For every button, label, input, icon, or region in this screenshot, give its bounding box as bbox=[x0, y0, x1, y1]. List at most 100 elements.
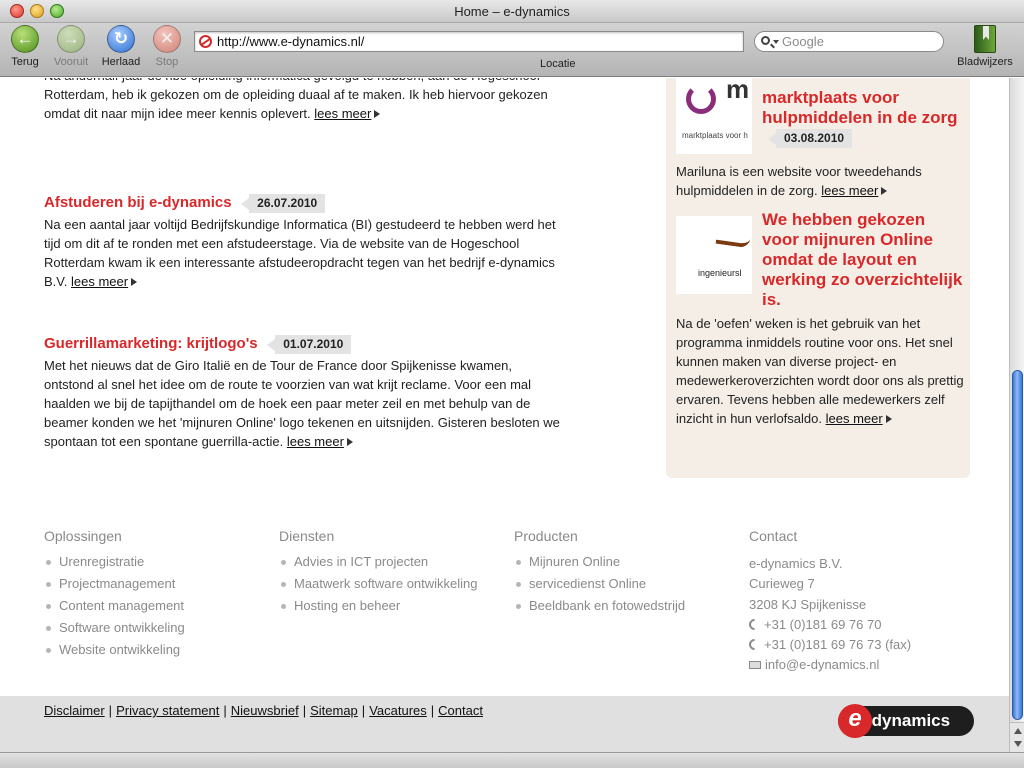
read-more-link[interactable]: lees meer bbox=[71, 274, 128, 289]
news-article: Afstuderen bij e-dynamics 26.07.2010 Na … bbox=[44, 193, 564, 291]
footer-link[interactable]: Mijnuren Online bbox=[514, 551, 734, 573]
search-icon bbox=[761, 36, 770, 45]
back-button-label: Terug bbox=[11, 56, 39, 68]
search-engine-dropdown-icon[interactable] bbox=[773, 40, 779, 44]
reference-title-link[interactable]: marktplaats voor hulpmiddelen in de zorg bbox=[762, 88, 958, 127]
newsletter-link[interactable]: Nieuwsbrief bbox=[231, 703, 299, 718]
contact-link[interactable]: Contact bbox=[438, 703, 483, 718]
vertical-scrollbar[interactable] bbox=[1009, 78, 1024, 752]
footer-link[interactable]: Website ontwikkeling bbox=[44, 639, 264, 661]
contact-city: 3208 KJ Spijkenisse bbox=[749, 596, 867, 612]
bookmarks-book-icon bbox=[974, 25, 996, 53]
footer-link[interactable]: Maatwerk software ontwikkeling bbox=[279, 573, 499, 595]
contact-email-address[interactable]: info@e-dynamics.nl bbox=[765, 657, 879, 672]
bookmarks-label: Bladwijzers bbox=[957, 56, 1013, 68]
address-bar-label: Locatie bbox=[540, 58, 576, 70]
footer-link[interactable]: Urenregistratie bbox=[44, 551, 264, 573]
footer-column-heading: Oplossingen bbox=[44, 528, 122, 544]
logo-swirl-icon bbox=[686, 84, 716, 114]
scrollbar-thumb[interactable] bbox=[1012, 370, 1023, 720]
footer-link[interactable]: Projectmanagement bbox=[44, 573, 264, 595]
reference-item: m marktplaats voor h marktplaats voor hu… bbox=[676, 78, 966, 200]
site-favicon-icon bbox=[199, 35, 212, 48]
e-dynamics-logo[interactable]: e -dynamics bbox=[838, 704, 974, 738]
arrow-right-icon bbox=[346, 438, 353, 446]
privacy-statement-link[interactable]: Privacy statement bbox=[116, 703, 219, 718]
footer-column-heading: Contact bbox=[749, 528, 798, 544]
footer-column-heading: Diensten bbox=[279, 528, 335, 544]
search-placeholder: Google bbox=[782, 34, 824, 49]
reload-button-label: Herlaad bbox=[101, 56, 141, 68]
back-arrow-icon: ← bbox=[11, 25, 39, 53]
footer-legal-links: Disclaimer | Privacy statement | Nieuwsbrief… bbox=[44, 703, 483, 718]
reference-body: Na de 'oefen' weken is het gebruik van h… bbox=[676, 316, 964, 426]
article-title-link[interactable]: Afstuderen bij e-dynamics bbox=[44, 194, 232, 211]
logo-wordmark: -dynamics bbox=[866, 711, 951, 730]
window-titlebar: Home – e-dynamics bbox=[0, 0, 1024, 23]
footer-navigation: Oplossingen Urenregistratie Projectmanag… bbox=[0, 508, 1009, 708]
read-more-link[interactable]: lees meer bbox=[287, 434, 344, 449]
forward-button-label: Vooruit bbox=[53, 56, 89, 68]
back-button[interactable]: ← Terug bbox=[1, 25, 49, 68]
arrow-right-icon bbox=[885, 415, 892, 423]
search-field[interactable]: Google bbox=[754, 31, 944, 52]
sitemap-link[interactable]: Sitemap bbox=[310, 703, 358, 718]
arrow-right-icon bbox=[131, 278, 138, 286]
page-viewport: Na anderhalf jaar de hbo opleiding infor… bbox=[0, 78, 1009, 752]
contact-fax: +31 (0)181 69 76 73 (fax) bbox=[746, 635, 969, 655]
vacancies-link[interactable]: Vacatures bbox=[369, 703, 427, 718]
news-article: Guerrillamarketing: krijtlogo's 01.07.20… bbox=[44, 334, 564, 451]
footer-link[interactable]: Content management bbox=[44, 595, 264, 617]
stop-icon: ✕ bbox=[153, 25, 181, 53]
read-more-link[interactable]: lees meer bbox=[314, 106, 371, 121]
read-more-link[interactable]: lees meer bbox=[821, 183, 878, 198]
reference-thumbnail[interactable]: ingenieursl bbox=[676, 216, 752, 294]
contact-fax-number: +31 (0)181 69 76 73 (fax) bbox=[764, 637, 912, 653]
stop-button-label: Stop bbox=[155, 56, 179, 68]
footer-bar: Disclaimer | Privacy statement | Nieuwsbrief… bbox=[0, 696, 1009, 752]
footer-column-diensten: Diensten Advies in ICT projecten Maatwer… bbox=[279, 528, 499, 617]
reference-item: ingenieursl We hebben gekozen voor mijnu… bbox=[676, 210, 966, 428]
reload-button[interactable]: ↻ Herlaad bbox=[97, 25, 145, 68]
bookmarks-button[interactable]: Bladwijzers bbox=[950, 25, 1020, 68]
news-article: Na anderhalf jaar de hbo opleiding infor… bbox=[44, 78, 564, 123]
minimize-window-icon[interactable] bbox=[30, 4, 44, 18]
footer-column-contact: Contact e-dynamics B.V. Curieweg 7 3208 … bbox=[746, 528, 969, 676]
read-more-link[interactable]: lees meer bbox=[826, 411, 883, 426]
address-bar-url: http://www.e-dynamics.nl/ bbox=[217, 34, 365, 49]
footer-link[interactable]: Beeldbank en fotowedstrijd bbox=[514, 595, 734, 617]
footer-column-heading: Producten bbox=[514, 528, 578, 544]
date-badge: 26.07.2010 bbox=[241, 194, 326, 213]
forward-button[interactable]: → Vooruit bbox=[47, 25, 95, 68]
browser-toolbar: ← Terug → Vooruit ↻ Herlaad ✕ Stop http:… bbox=[0, 23, 1024, 77]
date-badge: 03.08.2010 bbox=[767, 129, 853, 148]
contact-company: e-dynamics B.V. bbox=[749, 556, 843, 571]
phone-icon bbox=[746, 616, 763, 633]
references-sidebar: m marktplaats voor h marktplaats voor hu… bbox=[666, 78, 970, 478]
reference-quote-title-link[interactable]: We hebben gekozen voor mijnuren Online o… bbox=[762, 210, 962, 309]
footer-link[interactable]: Hosting en beheer bbox=[279, 595, 499, 617]
scroll-arrows-icon[interactable] bbox=[1010, 722, 1024, 752]
contact-street: Curieweg 7 bbox=[749, 576, 815, 592]
reference-thumbnail[interactable]: m marktplaats voor h bbox=[676, 78, 752, 154]
close-window-icon[interactable] bbox=[10, 4, 24, 18]
footer-link[interactable]: Advies in ICT projecten bbox=[279, 551, 499, 573]
contact-phone-number: +31 (0)181 69 76 70 bbox=[764, 616, 882, 632]
footer-column-producten: Producten Mijnuren Online servicedienst … bbox=[514, 528, 734, 617]
thumbnail-caption: ingenieursl bbox=[698, 268, 742, 278]
stop-button[interactable]: ✕ Stop bbox=[143, 25, 191, 68]
footer-link[interactable]: servicedienst Online bbox=[514, 573, 734, 595]
contact-email[interactable]: info@e-dynamics.nl bbox=[749, 655, 969, 675]
logo-brushstroke-icon bbox=[715, 233, 751, 249]
footer-column-oplossingen: Oplossingen Urenregistratie Projectmanag… bbox=[44, 528, 264, 661]
arrow-right-icon bbox=[881, 187, 888, 195]
phone-icon bbox=[746, 636, 763, 653]
address-bar[interactable]: http://www.e-dynamics.nl/ bbox=[194, 31, 744, 52]
article-body: Na anderhalf jaar de hbo opleiding infor… bbox=[44, 78, 548, 121]
disclaimer-link[interactable]: Disclaimer bbox=[44, 703, 105, 718]
envelope-icon bbox=[749, 661, 761, 670]
logo-e-mark: e bbox=[838, 704, 872, 738]
article-title-link[interactable]: Guerrillamarketing: krijtlogo's bbox=[44, 335, 258, 352]
zoom-window-icon[interactable] bbox=[50, 4, 64, 18]
footer-link[interactable]: Software ontwikkeling bbox=[44, 617, 264, 639]
